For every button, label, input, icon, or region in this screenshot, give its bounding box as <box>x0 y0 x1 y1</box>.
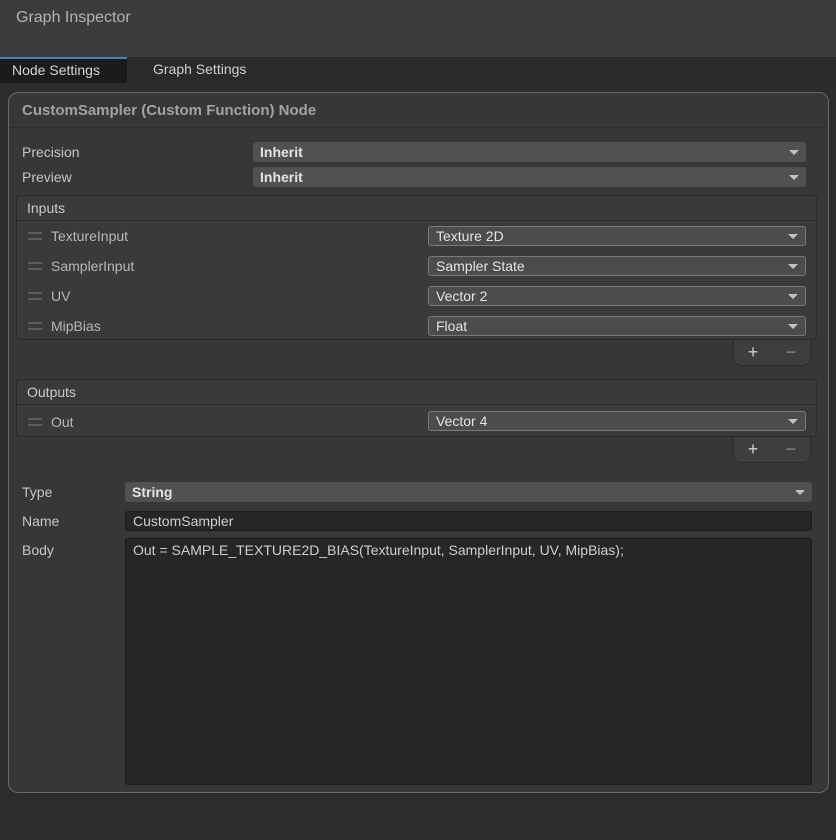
input-type-dropdown[interactable]: Float <box>428 316 806 336</box>
input-row-uv: UV Vector 2 <box>17 281 816 311</box>
input-name: MipBias <box>51 318 101 334</box>
output-type-value: Vector 4 <box>436 413 487 429</box>
output-type-dropdown[interactable]: Vector 4 <box>428 411 806 431</box>
precision-value: Inherit <box>260 144 303 160</box>
remove-input-button[interactable]: − <box>772 340 810 365</box>
input-type-dropdown[interactable]: Sampler State <box>428 256 806 276</box>
output-row-out: Out Vector 4 <box>17 405 816 438</box>
inputs-list-footer: + − <box>733 340 811 366</box>
dropdown-arrow-icon <box>788 419 798 424</box>
precision-label: Precision <box>22 142 80 162</box>
input-type-value: Float <box>436 318 467 334</box>
input-row-mipbias: MipBias Float <box>17 311 816 341</box>
tab-node-settings[interactable]: Node Settings <box>0 57 127 83</box>
tab-bar: Node Settings Graph Settings <box>0 57 836 83</box>
dropdown-arrow-icon <box>788 234 798 239</box>
dropdown-arrow-icon <box>789 175 799 180</box>
outputs-header: Outputs <box>17 380 816 405</box>
drag-handle-icon[interactable] <box>28 322 42 330</box>
tab-graph-settings[interactable]: Graph Settings <box>140 57 259 83</box>
dropdown-arrow-icon <box>795 490 805 495</box>
preview-label: Preview <box>22 167 72 187</box>
drag-handle-icon[interactable] <box>28 232 42 240</box>
window-title: Graph Inspector <box>16 9 836 27</box>
precision-dropdown[interactable]: Inherit <box>253 142 806 162</box>
function-body-textarea[interactable]: Out = SAMPLE_TEXTURE2D_BIAS(TextureInput… <box>125 538 812 785</box>
outputs-list-footer: + − <box>733 437 811 463</box>
input-row-textureinput: TextureInput Texture 2D <box>17 221 816 251</box>
input-name: TextureInput <box>51 228 128 244</box>
type-value: String <box>132 484 172 500</box>
preview-dropdown[interactable]: Inherit <box>253 167 806 187</box>
drag-handle-icon[interactable] <box>28 292 42 300</box>
preview-value: Inherit <box>260 169 303 185</box>
input-type-dropdown[interactable]: Texture 2D <box>428 226 806 246</box>
input-row-samplerinput: SamplerInput Sampler State <box>17 251 816 281</box>
type-dropdown[interactable]: String <box>125 482 812 502</box>
inputs-list: Inputs TextureInput Texture 2D SamplerIn… <box>16 195 817 340</box>
input-name: SamplerInput <box>51 258 134 274</box>
name-label: Name <box>22 511 59 531</box>
node-title: CustomSampler (Custom Function) Node <box>9 93 828 128</box>
body-label: Body <box>22 540 54 560</box>
remove-output-button[interactable]: − <box>772 437 810 462</box>
input-type-dropdown[interactable]: Vector 2 <box>428 286 806 306</box>
input-type-value: Sampler State <box>436 258 525 274</box>
drag-handle-icon[interactable] <box>28 418 42 426</box>
node-inspector-panel: CustomSampler (Custom Function) Node Pre… <box>8 92 829 793</box>
drag-handle-icon[interactable] <box>28 262 42 270</box>
input-type-value: Vector 2 <box>436 288 487 304</box>
inputs-header: Inputs <box>17 196 816 221</box>
input-type-value: Texture 2D <box>436 228 504 244</box>
dropdown-arrow-icon <box>789 150 799 155</box>
output-name: Out <box>51 414 74 430</box>
type-label: Type <box>22 482 52 502</box>
function-name-input[interactable] <box>125 511 812 531</box>
add-output-button[interactable]: + <box>734 437 772 462</box>
outputs-list: Outputs Out Vector 4 <box>16 379 817 437</box>
input-name: UV <box>51 288 70 304</box>
dropdown-arrow-icon <box>788 264 798 269</box>
add-input-button[interactable]: + <box>734 340 772 365</box>
dropdown-arrow-icon <box>788 294 798 299</box>
dropdown-arrow-icon <box>788 324 798 329</box>
window-titlebar: Graph Inspector <box>0 0 836 57</box>
